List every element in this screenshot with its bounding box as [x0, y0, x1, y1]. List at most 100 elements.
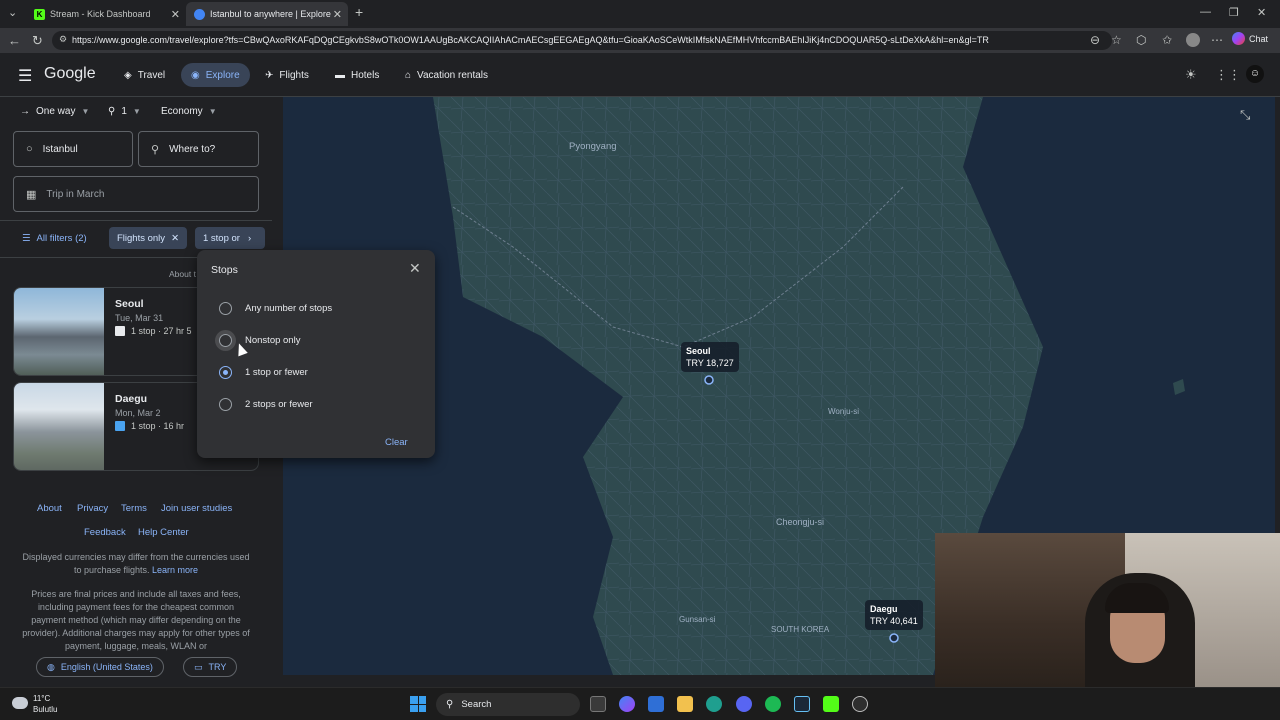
search-icon: ⚲	[446, 699, 454, 710]
nav-hotels[interactable]: ▬ Hotels	[325, 63, 389, 87]
more-menu-icon[interactable]: ⋯	[1211, 33, 1223, 47]
apps-grid-icon[interactable]: ⋮⋮	[1215, 67, 1241, 83]
stops-option-nonstop[interactable]: Nonstop only	[219, 334, 300, 347]
chip-label: 1 stop or	[203, 232, 240, 244]
close-tab-icon[interactable]: ✕	[171, 8, 180, 21]
map-label-cheongju: Cheongju-si	[776, 517, 825, 527]
destination-field[interactable]: ⚲ Where to?	[138, 131, 259, 167]
stops-chip[interactable]: 1 stop or ›	[195, 227, 265, 249]
date-field[interactable]: ▦ Trip in March	[13, 176, 259, 212]
language-button[interactable]: ◍ English (United States)	[36, 657, 164, 677]
map-price-daegu[interactable]: Daegu TRY 40,641	[865, 600, 923, 630]
password-icon[interactable]: ⊖	[1090, 33, 1100, 47]
profile-icon[interactable]	[1186, 33, 1200, 47]
chevron-down-icon: ▼	[81, 107, 90, 116]
learn-more-link[interactable]: Learn more	[152, 565, 198, 575]
stops-option-two-stops[interactable]: 2 stops or fewer	[219, 398, 313, 411]
url-field[interactable]: ⚙ https://www.google.com/travel/explore?…	[52, 31, 1112, 50]
radio-button-selected[interactable]	[219, 366, 232, 379]
webcam-overlay	[935, 533, 1280, 687]
browser-tab-bar: ⌄ K Stream - Kick Dashboard ✕ Istanbul t…	[0, 0, 1280, 28]
extensions-icon[interactable]: ⬡	[1136, 33, 1146, 47]
origin-circle-icon: ○	[26, 143, 33, 155]
address-bar-row: ← ↻ ⚙ https://www.google.com/travel/expl…	[0, 28, 1280, 53]
site-info-icon[interactable]: ⚙	[59, 34, 67, 45]
radio-button[interactable]	[219, 334, 232, 347]
back-icon[interactable]: ←	[8, 33, 21, 48]
radio-button[interactable]	[219, 398, 232, 411]
chat-label: Chat	[1249, 33, 1269, 44]
remove-filter-icon[interactable]: ✕	[171, 233, 179, 244]
store-icon[interactable]	[648, 696, 664, 712]
stops-option-one-stop[interactable]: 1 stop or fewer	[219, 366, 308, 379]
temperature: 11°C	[33, 694, 51, 703]
footer-link-join-user-studies[interactable]: Join user studies	[161, 503, 232, 514]
tab-list-icon[interactable]: ⌄	[8, 6, 17, 19]
all-filters-button[interactable]: ☰ All filters (2)	[14, 227, 95, 249]
footer-link-help-center[interactable]: Help Center	[138, 527, 189, 538]
restore-icon[interactable]: ❐	[1229, 6, 1239, 19]
new-tab-icon[interactable]: +	[355, 4, 363, 20]
tab-label: Stream - Kick Dashboard	[50, 9, 151, 19]
windows-start-icon[interactable]	[410, 696, 426, 712]
account-avatar[interactable]: ☺	[1246, 65, 1264, 83]
kick-favicon-icon: K	[34, 8, 45, 20]
footer-link-about[interactable]: About	[37, 503, 62, 514]
footer-link-terms[interactable]: Terms	[121, 503, 147, 514]
minimize-icon[interactable]: —	[1200, 6, 1211, 18]
passengers-select[interactable]: ⚲ 1 ▼	[108, 106, 141, 117]
nav-flights[interactable]: ✈ Flights	[255, 63, 319, 87]
map-label-pyongyang: Pyongyang	[569, 141, 617, 152]
edge-browser-icon[interactable]	[706, 696, 722, 712]
currency-icon: ▭	[194, 661, 203, 672]
discord-icon[interactable]	[736, 696, 752, 712]
cabin-class-select[interactable]: Economy ▼	[161, 106, 217, 117]
origin-field[interactable]: ○ Istanbul	[13, 131, 133, 167]
tab-kick-dashboard[interactable]: K Stream - Kick Dashboard ✕	[26, 2, 186, 26]
footer-link-feedback[interactable]: Feedback	[84, 527, 126, 538]
trip-date: Mon, Mar 2	[115, 408, 161, 418]
footer-link-privacy[interactable]: Privacy	[77, 503, 108, 514]
task-view-icon[interactable]	[590, 696, 606, 712]
nav-travel[interactable]: ◈ Travel	[114, 63, 175, 87]
taskbar-search[interactable]: ⚲ Search	[436, 693, 580, 716]
origin-value: Istanbul	[42, 143, 78, 155]
chevron-down-icon: ▼	[208, 107, 217, 116]
steam-icon[interactable]	[794, 696, 810, 712]
nav-vacation-rentals[interactable]: ⌂ Vacation rentals	[395, 63, 498, 87]
radio-button[interactable]	[219, 302, 232, 315]
stops-dialog: Stops ✕ Any number of stops Nonstop only…	[197, 250, 435, 458]
chevron-down-icon: ▼	[132, 107, 141, 116]
nav-explore[interactable]: ◉ Explore	[181, 63, 250, 87]
map-price-seoul[interactable]: Seoul TRY 18,727	[681, 342, 739, 372]
theme-toggle-icon[interactable]: ☀	[1185, 67, 1197, 83]
price-city: Seoul	[686, 346, 711, 356]
google-logo[interactable]: Google	[44, 65, 96, 83]
trip-type-select[interactable]: → One way ▼	[20, 106, 89, 117]
arrow-right-icon: →	[20, 106, 30, 117]
chat-button[interactable]: Chat	[1232, 32, 1268, 45]
bookmark-star-icon[interactable]: ☆	[1111, 33, 1122, 47]
tab-explore[interactable]: Istanbul to anywhere | Explore ✕	[186, 2, 348, 26]
favorites-icon[interactable]: ✩	[1162, 33, 1172, 47]
file-explorer-icon[interactable]	[677, 696, 693, 712]
exit-fullscreen-icon[interactable]: ⤡	[1240, 107, 1250, 123]
close-tab-icon[interactable]: ✕	[333, 8, 342, 21]
flights-only-chip[interactable]: Flights only ✕	[109, 227, 188, 249]
flight-summary: 1 stop · 16 hr	[115, 421, 184, 431]
stops-option-any[interactable]: Any number of stops	[219, 302, 332, 315]
airline-logo-icon	[115, 421, 125, 431]
close-window-icon[interactable]: ✕	[1257, 6, 1266, 19]
reload-icon[interactable]: ↻	[32, 33, 43, 49]
language-label: English (United States)	[60, 662, 153, 672]
obs-icon[interactable]	[852, 696, 868, 712]
close-icon[interactable]: ✕	[409, 260, 421, 277]
spotify-icon[interactable]	[765, 696, 781, 712]
main-menu-icon[interactable]: ☰	[18, 66, 32, 86]
results-info-text[interactable]: About t	[169, 269, 196, 279]
kick-app-icon[interactable]	[823, 696, 839, 712]
copilot-app-icon[interactable]	[619, 696, 635, 712]
clear-button[interactable]: Clear	[385, 437, 408, 448]
currency-button[interactable]: ▭ TRY	[183, 657, 238, 677]
chevron-right-icon[interactable]: ›	[248, 233, 251, 244]
